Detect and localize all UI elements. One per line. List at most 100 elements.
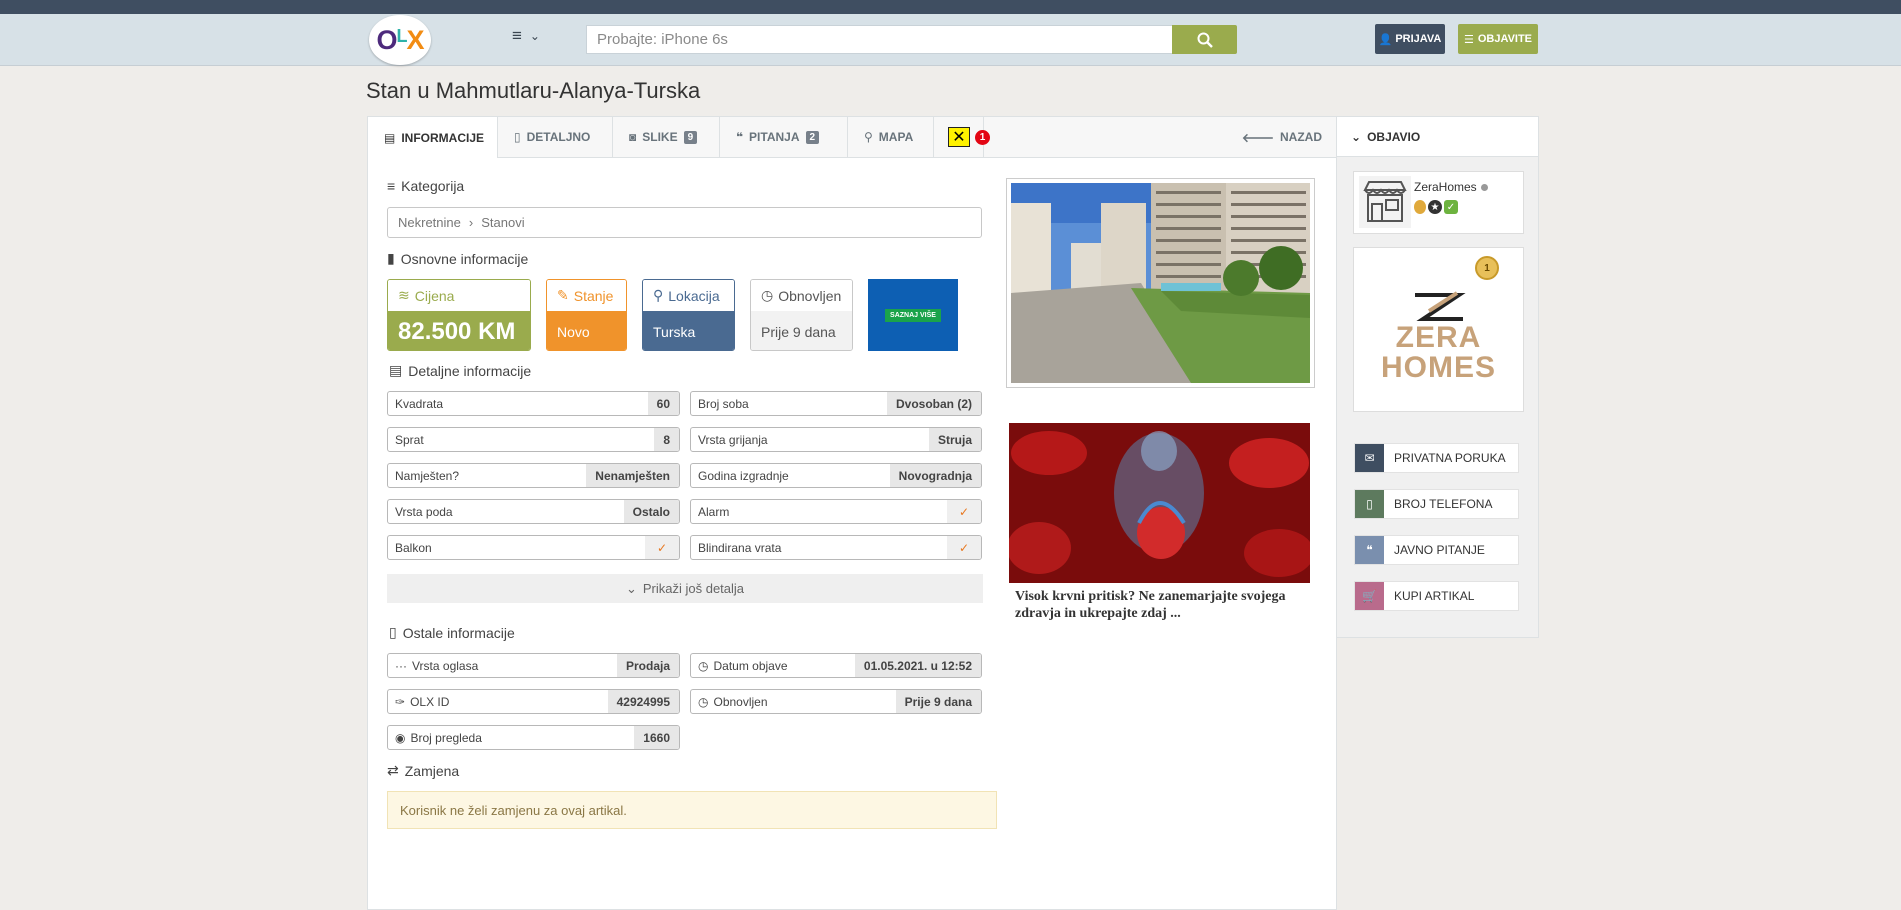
banner-ad[interactable]: SAZNAJ VIŠE xyxy=(868,279,958,351)
search-input[interactable] xyxy=(587,26,1172,53)
sidebar-title: OBJAVIO xyxy=(1367,129,1421,144)
tab-detaljno[interactable]: ▯ DETALJNO xyxy=(498,117,613,157)
action-label: BROJ TELEFONA xyxy=(1394,497,1493,511)
shop-icon xyxy=(1359,176,1411,228)
page-title: Stan u Mahmutlaru-Alanya-Turska xyxy=(366,78,701,103)
listing-photo[interactable] xyxy=(1006,178,1315,388)
price-label: Cijena xyxy=(414,287,455,304)
tab-pitanja[interactable]: ❝ PITANJA 2 xyxy=(720,117,848,157)
zera-logo-text-1: ZERA xyxy=(1395,320,1482,354)
id-card-icon: ▤ xyxy=(384,130,396,145)
swap-notice: Korisnik ne želi zamjenu za ovaj artikal… xyxy=(387,791,997,829)
dots-icon: ··· xyxy=(395,658,407,673)
post-ad-button[interactable]: ☰ OBJAVITE xyxy=(1458,24,1538,54)
tab-mapa[interactable]: ⚲ MAPA xyxy=(848,117,934,157)
category-title-text: Kategorija xyxy=(401,178,465,194)
state-label: Stanje xyxy=(573,287,614,304)
detail-row: Sprat 8 xyxy=(387,427,680,452)
category-section-title: ≡ Kategorija xyxy=(387,178,464,194)
info-key-text: OLX ID xyxy=(410,694,450,709)
shield-check-icon: ✓ xyxy=(1444,200,1458,214)
renewed-box: ◷ Obnovljen Prije 9 dana xyxy=(750,279,853,351)
detail-value: 60 xyxy=(647,392,679,415)
tab-informacije[interactable]: ▤ INFORMACIJE xyxy=(368,117,498,158)
phone-number-button[interactable]: ▯ BROJ TELEFONA xyxy=(1354,489,1519,519)
checkmark-icon: ✓ xyxy=(946,536,981,559)
logo-x: X xyxy=(406,24,425,55)
search-button[interactable] xyxy=(1172,25,1237,54)
clock-icon: ◷ xyxy=(761,287,774,303)
seller-logo-card[interactable]: 1 ZERA HOMES xyxy=(1353,247,1524,412)
buy-item-button[interactable]: 🛒 KUPI ARTIKAL xyxy=(1354,581,1519,611)
checkmark-icon: ✓ xyxy=(644,536,679,559)
detail-row: Namješten? Nenamješten xyxy=(387,463,680,488)
document-icon: ▯ xyxy=(514,130,521,144)
swap-section-title: ⇄ Zamjena xyxy=(387,762,459,779)
breadcrumb-item[interactable]: Nekretnine xyxy=(398,215,461,230)
banner-ad-button: SAZNAJ VIŠE xyxy=(885,308,941,322)
money-stack-icon: ≋ xyxy=(398,287,410,303)
other-info-title: ▯ Ostale informacije xyxy=(389,624,515,641)
location-value: Turska xyxy=(643,311,734,350)
detail-key: Balkon xyxy=(395,540,432,555)
detail-row: Godina izgradnje Novogradnja xyxy=(690,463,982,488)
tab-label: SLIKE xyxy=(642,130,678,144)
detail-key: Godina izgradnje xyxy=(698,468,789,483)
location-box: ⚲ Lokacija Turska xyxy=(642,279,735,351)
breadcrumb-item[interactable]: Stanovi xyxy=(481,215,524,230)
category-menu-button[interactable]: ≡ ⌄ xyxy=(512,26,540,46)
detail-row: Kvadrata 60 xyxy=(387,391,680,416)
action-label: PRIVATNA PORUKA xyxy=(1394,451,1506,465)
detail-value: Struja xyxy=(928,428,981,451)
seller-name[interactable]: ZeraHomes xyxy=(1414,180,1477,194)
detail-key: Alarm xyxy=(698,504,730,519)
detail-value: Dvosoban (2) xyxy=(886,392,981,415)
info-key-text: Datum objave xyxy=(713,658,788,673)
detail-row: Vrsta poda Ostalo xyxy=(387,499,680,524)
basic-info-title-text: Osnovne informacije xyxy=(400,250,529,267)
basic-info-title: ▮ Osnovne informacije xyxy=(387,250,528,267)
raiffeisen-logo: ✕ xyxy=(948,127,970,147)
info-key: ··· Vrsta oglasa xyxy=(388,654,617,677)
state-box: ✎ Stanje Novo xyxy=(546,279,627,351)
arrow-left-icon: 🡐 xyxy=(1241,130,1274,145)
detail-row: Blindirana vrata ✓ xyxy=(690,535,982,560)
details-section-title: ▤ Detaljne informacije xyxy=(389,362,531,379)
detail-key: Blindirana vrata xyxy=(698,540,782,555)
zera-logo-mark xyxy=(1414,290,1466,321)
info-key-text: Obnovljen xyxy=(713,694,768,709)
detail-value: Ostalo xyxy=(623,500,679,523)
info-row: ◷ Datum objave 01.05.2021. u 12:52 xyxy=(690,653,982,678)
detail-key: Namješten? xyxy=(395,468,460,483)
renewed-value: Prije 9 dana xyxy=(751,311,852,350)
advertisement-text[interactable]: Visok krvni pritisk? Ne zanemarjajte svo… xyxy=(1015,588,1315,622)
clock-icon: ◷ xyxy=(698,658,709,673)
cart-icon: 🛒 xyxy=(1355,582,1384,610)
seller-card[interactable]: ZeraHomes ★ ✓ xyxy=(1353,171,1524,234)
private-message-button[interactable]: ✉ PRIVATNA PORUKA xyxy=(1354,443,1519,473)
breadcrumb: Nekretnine › Stanovi xyxy=(387,207,982,238)
info-key-text: Vrsta oglasa xyxy=(412,658,479,673)
question-count-badge: 2 xyxy=(805,130,820,144)
info-key: ✑ OLX ID xyxy=(388,690,608,713)
other-info-title-text: Ostale informacije xyxy=(402,624,515,641)
login-button[interactable]: 👤 PRIJAVA xyxy=(1375,24,1445,54)
tab-label: DETALJNO xyxy=(526,130,591,144)
info-value: Prodaja xyxy=(616,654,679,677)
back-button[interactable]: 🡐 NAZAD xyxy=(1242,117,1322,157)
show-more-details-button[interactable]: ⌄ Prikaži još detalja xyxy=(387,574,983,603)
state-value: Novo xyxy=(547,311,626,350)
detail-row: Broj soba Dvosoban (2) xyxy=(690,391,982,416)
public-question-button[interactable]: ❝ JAVNO PITANJE xyxy=(1354,535,1519,565)
advertisement-image[interactable] xyxy=(1009,423,1310,583)
zera-logo-text-2: HOMES xyxy=(1380,350,1496,384)
olx-logo[interactable]: OLX xyxy=(369,15,431,65)
document-icon: ▯ xyxy=(389,624,397,640)
tab-label: MAPA xyxy=(878,130,914,144)
info-key-text: Broj pregleda xyxy=(410,730,482,745)
hamburger-icon: ≡ xyxy=(512,26,522,45)
brush-icon: ✎ xyxy=(557,287,569,303)
sidebar-header: ⌄ OBJAVIO xyxy=(1337,117,1538,157)
info-row: ◉ Broj pregleda 1660 xyxy=(387,725,680,750)
tab-slike[interactable]: ◙ SLIKE 9 xyxy=(613,117,720,157)
